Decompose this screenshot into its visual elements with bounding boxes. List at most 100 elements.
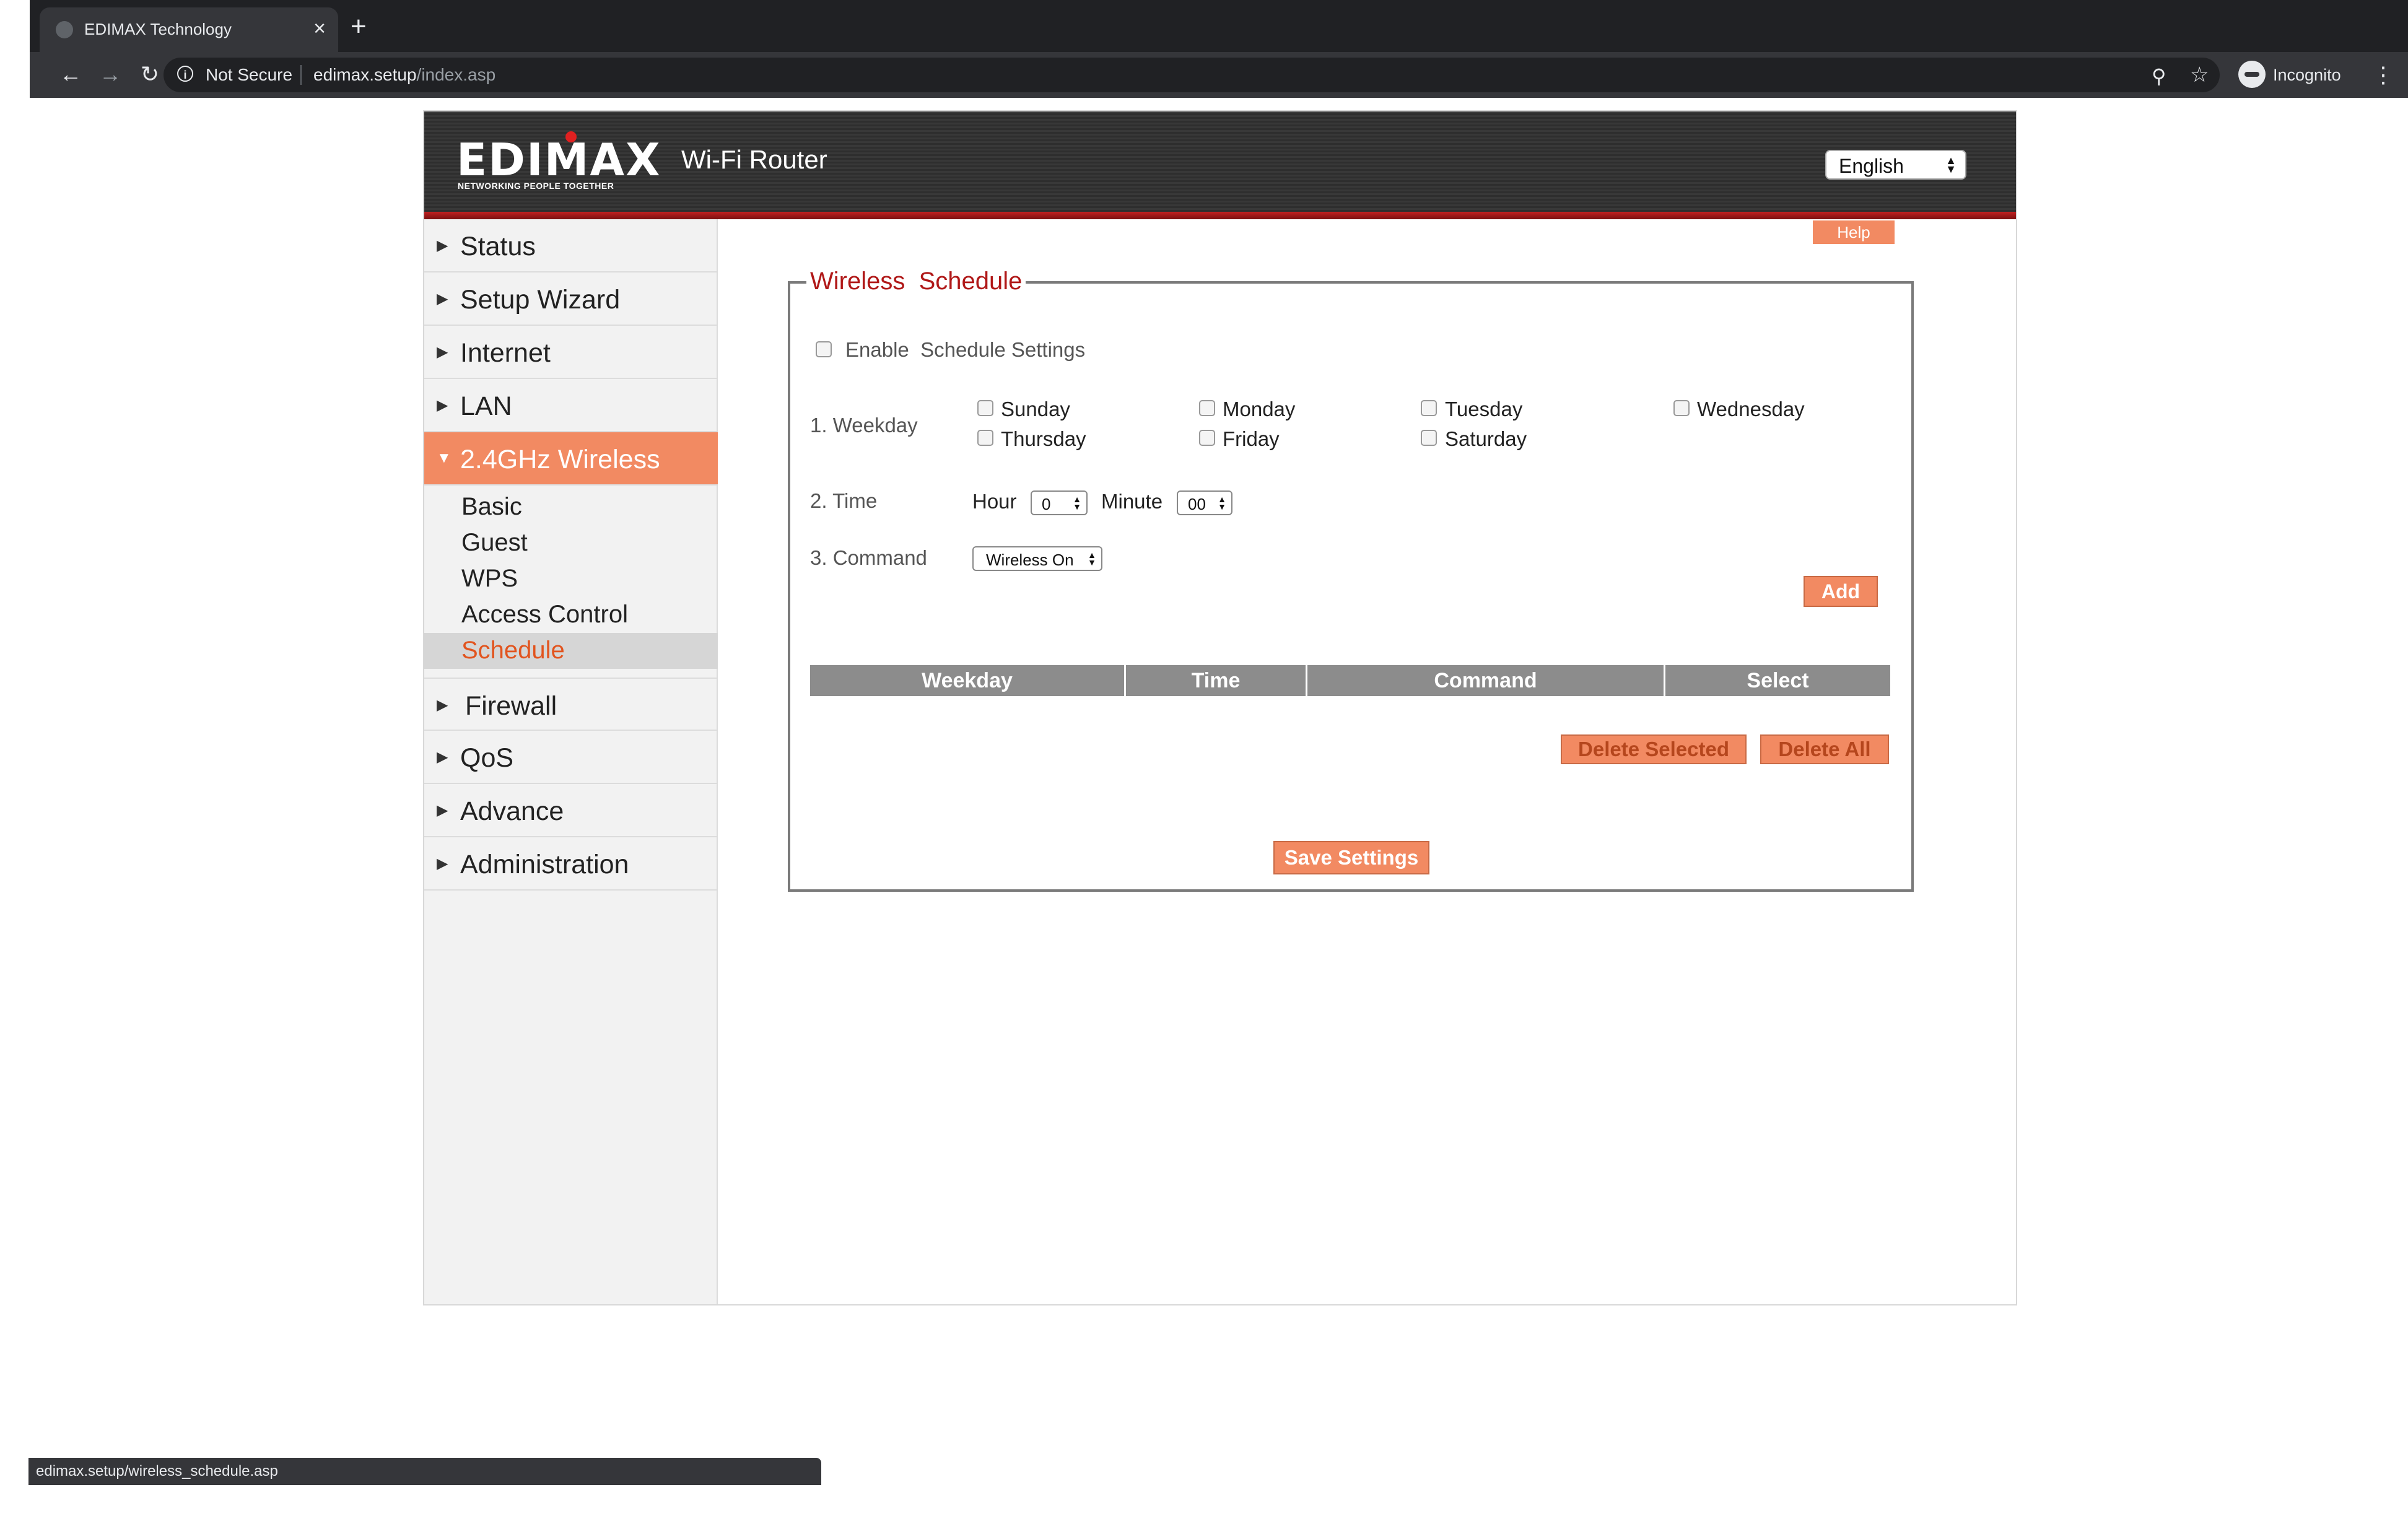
- triangle-right-icon: ▶: [437, 802, 448, 819]
- save-settings-button[interactable]: Save Settings: [1273, 841, 1429, 874]
- column-select: Select: [1747, 669, 1809, 692]
- enable-schedule-checkbox[interactable]: [816, 341, 832, 357]
- saturday-label: Saturday: [1445, 427, 1527, 450]
- reload-icon[interactable]: ↻: [134, 58, 166, 90]
- url-text: edimax.setup/index.asp: [313, 65, 495, 85]
- delete-all-button[interactable]: Delete All: [1760, 734, 1889, 764]
- info-icon[interactable]: i: [177, 66, 193, 82]
- select-arrows-icon: ▲ ▼: [1088, 550, 1096, 567]
- friday-label: Friday: [1223, 427, 1280, 450]
- sidebar-subitem-basic[interactable]: Basic: [424, 489, 718, 525]
- logo-wordmark: EDIMAX: [456, 134, 661, 186]
- tuesday-label: Tuesday: [1445, 398, 1523, 421]
- schedule-table-header: Weekday Time Command Select: [810, 665, 1890, 696]
- browser-status-bar: edimax.setup/wireless_schedule.asp: [28, 1458, 821, 1485]
- monday-label: Monday: [1223, 398, 1296, 421]
- sidebar-subitem-label: Schedule: [461, 637, 565, 664]
- help-button[interactable]: Help: [1813, 220, 1895, 244]
- command-label: 3. Command: [810, 546, 927, 569]
- sidebar-subitem-label: Guest: [461, 529, 528, 556]
- sidebar-item-administration[interactable]: ▶ Administration: [424, 837, 718, 891]
- sidebar-item-internet[interactable]: ▶ Internet: [424, 326, 718, 379]
- sidebar-item-label: Status: [460, 232, 536, 261]
- zoom-icon[interactable]: ⚲: [2152, 60, 2166, 92]
- not-secure-label: Not Secure: [206, 65, 293, 84]
- select-arrows-icon: ▲ ▼: [1945, 154, 1956, 175]
- triangle-right-icon: ▶: [437, 397, 448, 414]
- sidebar-item-firewall[interactable]: ▶ Firewall: [424, 678, 718, 731]
- sidebar-subitem-label: Basic: [461, 493, 522, 520]
- sidebar-item-wireless[interactable]: ▼ 2.4GHz Wireless: [424, 432, 718, 486]
- column-weekday: Weekday: [810, 665, 1126, 696]
- router-header: EDIMAX NETWORKING PEOPLE TOGETHER Wi-Fi …: [424, 111, 2016, 219]
- sidebar: ▶ Status ▶ Setup Wizard ▶ Internet ▶ LAN…: [424, 219, 718, 1304]
- tuesday-checkbox[interactable]: [1421, 400, 1437, 416]
- address-bar[interactable]: i Not Secure edimax.setup/index.asp ⚲ ☆: [164, 58, 2220, 92]
- sidebar-item-qos[interactable]: ▶ QoS: [424, 731, 718, 784]
- add-button[interactable]: Add: [1804, 576, 1878, 607]
- minute-select[interactable]: 00 ▲ ▼: [1177, 490, 1232, 515]
- select-arrows-icon: ▲ ▼: [1073, 494, 1081, 512]
- sidebar-subitem-label: Access Control: [461, 601, 628, 628]
- command-value: Wireless On: [986, 551, 1074, 569]
- minute-value: 00: [1188, 495, 1206, 513]
- triangle-down-icon: ▼: [437, 450, 452, 466]
- close-tab-icon[interactable]: ×: [313, 16, 326, 41]
- url-host: edimax.setup: [313, 65, 417, 84]
- sidebar-item-label: LAN: [460, 391, 512, 421]
- triangle-right-icon: ▶: [437, 855, 448, 872]
- column-command: Command: [1307, 665, 1665, 696]
- logo-tagline: NETWORKING PEOPLE TOGETHER: [458, 181, 614, 191]
- delete-selected-button[interactable]: Delete Selected: [1561, 734, 1747, 764]
- sidebar-subitem-access-control[interactable]: Access Control: [424, 597, 718, 633]
- bookmark-star-icon[interactable]: ☆: [2190, 59, 2209, 91]
- triangle-right-icon: ▶: [437, 237, 448, 254]
- sidebar-subitem-guest[interactable]: Guest: [424, 525, 718, 561]
- logo-dot: [565, 131, 577, 142]
- panel-title: Wireless Schedule: [806, 268, 1026, 295]
- globe-icon: [56, 21, 73, 38]
- sidebar-subitem-schedule[interactable]: Schedule: [424, 633, 718, 669]
- sidebar-item-label: Administration: [460, 850, 629, 879]
- incognito-profile[interactable]: Incognito: [2238, 61, 2375, 89]
- triangle-right-icon: ▶: [437, 697, 448, 713]
- command-select[interactable]: Wireless On ▲ ▼: [972, 546, 1102, 571]
- saturday-checkbox[interactable]: [1421, 430, 1437, 446]
- sidebar-subitem-wps[interactable]: WPS: [424, 561, 718, 597]
- sidebar-item-label: Setup Wizard: [460, 285, 621, 315]
- url-path: /index.asp: [416, 65, 496, 84]
- hour-value: 0: [1042, 495, 1051, 513]
- column-time: Time: [1126, 665, 1307, 696]
- thursday-label: Thursday: [1001, 427, 1086, 450]
- sidebar-item-status[interactable]: ▶ Status: [424, 219, 718, 272]
- triangle-right-icon: ▶: [437, 344, 448, 360]
- header-red-stripe: [424, 212, 2016, 219]
- product-name: Wi-Fi Router: [681, 145, 827, 174]
- forward-arrow-icon[interactable]: →: [94, 58, 126, 90]
- monday-checkbox[interactable]: [1199, 400, 1215, 416]
- sidebar-item-label: Advance: [460, 796, 564, 826]
- time-label: 2. Time: [810, 489, 878, 512]
- more-menu-icon[interactable]: ⋮: [2372, 59, 2394, 90]
- hour-label: Hour: [972, 490, 1017, 513]
- browser-tab-strip: [30, 0, 2408, 52]
- new-tab-icon[interactable]: +: [351, 12, 367, 41]
- hour-select[interactable]: 0 ▲ ▼: [1031, 490, 1088, 515]
- triangle-right-icon: ▶: [437, 290, 448, 307]
- select-arrows-icon: ▲ ▼: [1218, 494, 1226, 512]
- language-select[interactable]: English ▲ ▼: [1825, 150, 1966, 180]
- wednesday-checkbox[interactable]: [1673, 400, 1690, 416]
- sidebar-item-lan[interactable]: ▶ LAN: [424, 379, 718, 432]
- sidebar-item-label: Firewall: [465, 691, 557, 721]
- sunday-checkbox[interactable]: [977, 400, 993, 416]
- sidebar-item-advance[interactable]: ▶ Advance: [424, 784, 718, 837]
- sidebar-item-label: Internet: [460, 338, 551, 368]
- thursday-checkbox[interactable]: [977, 430, 993, 446]
- browser-tab[interactable]: EDIMAX Technology ×: [40, 7, 338, 52]
- tab-title: EDIMAX Technology: [84, 20, 232, 38]
- friday-checkbox[interactable]: [1199, 430, 1215, 446]
- back-arrow-icon[interactable]: ←: [55, 58, 87, 90]
- sidebar-item-setup-wizard[interactable]: ▶ Setup Wizard: [424, 272, 718, 326]
- enable-schedule-label: Enable Schedule Settings: [845, 338, 1086, 361]
- status-url: edimax.setup/wireless_schedule.asp: [36, 1463, 278, 1480]
